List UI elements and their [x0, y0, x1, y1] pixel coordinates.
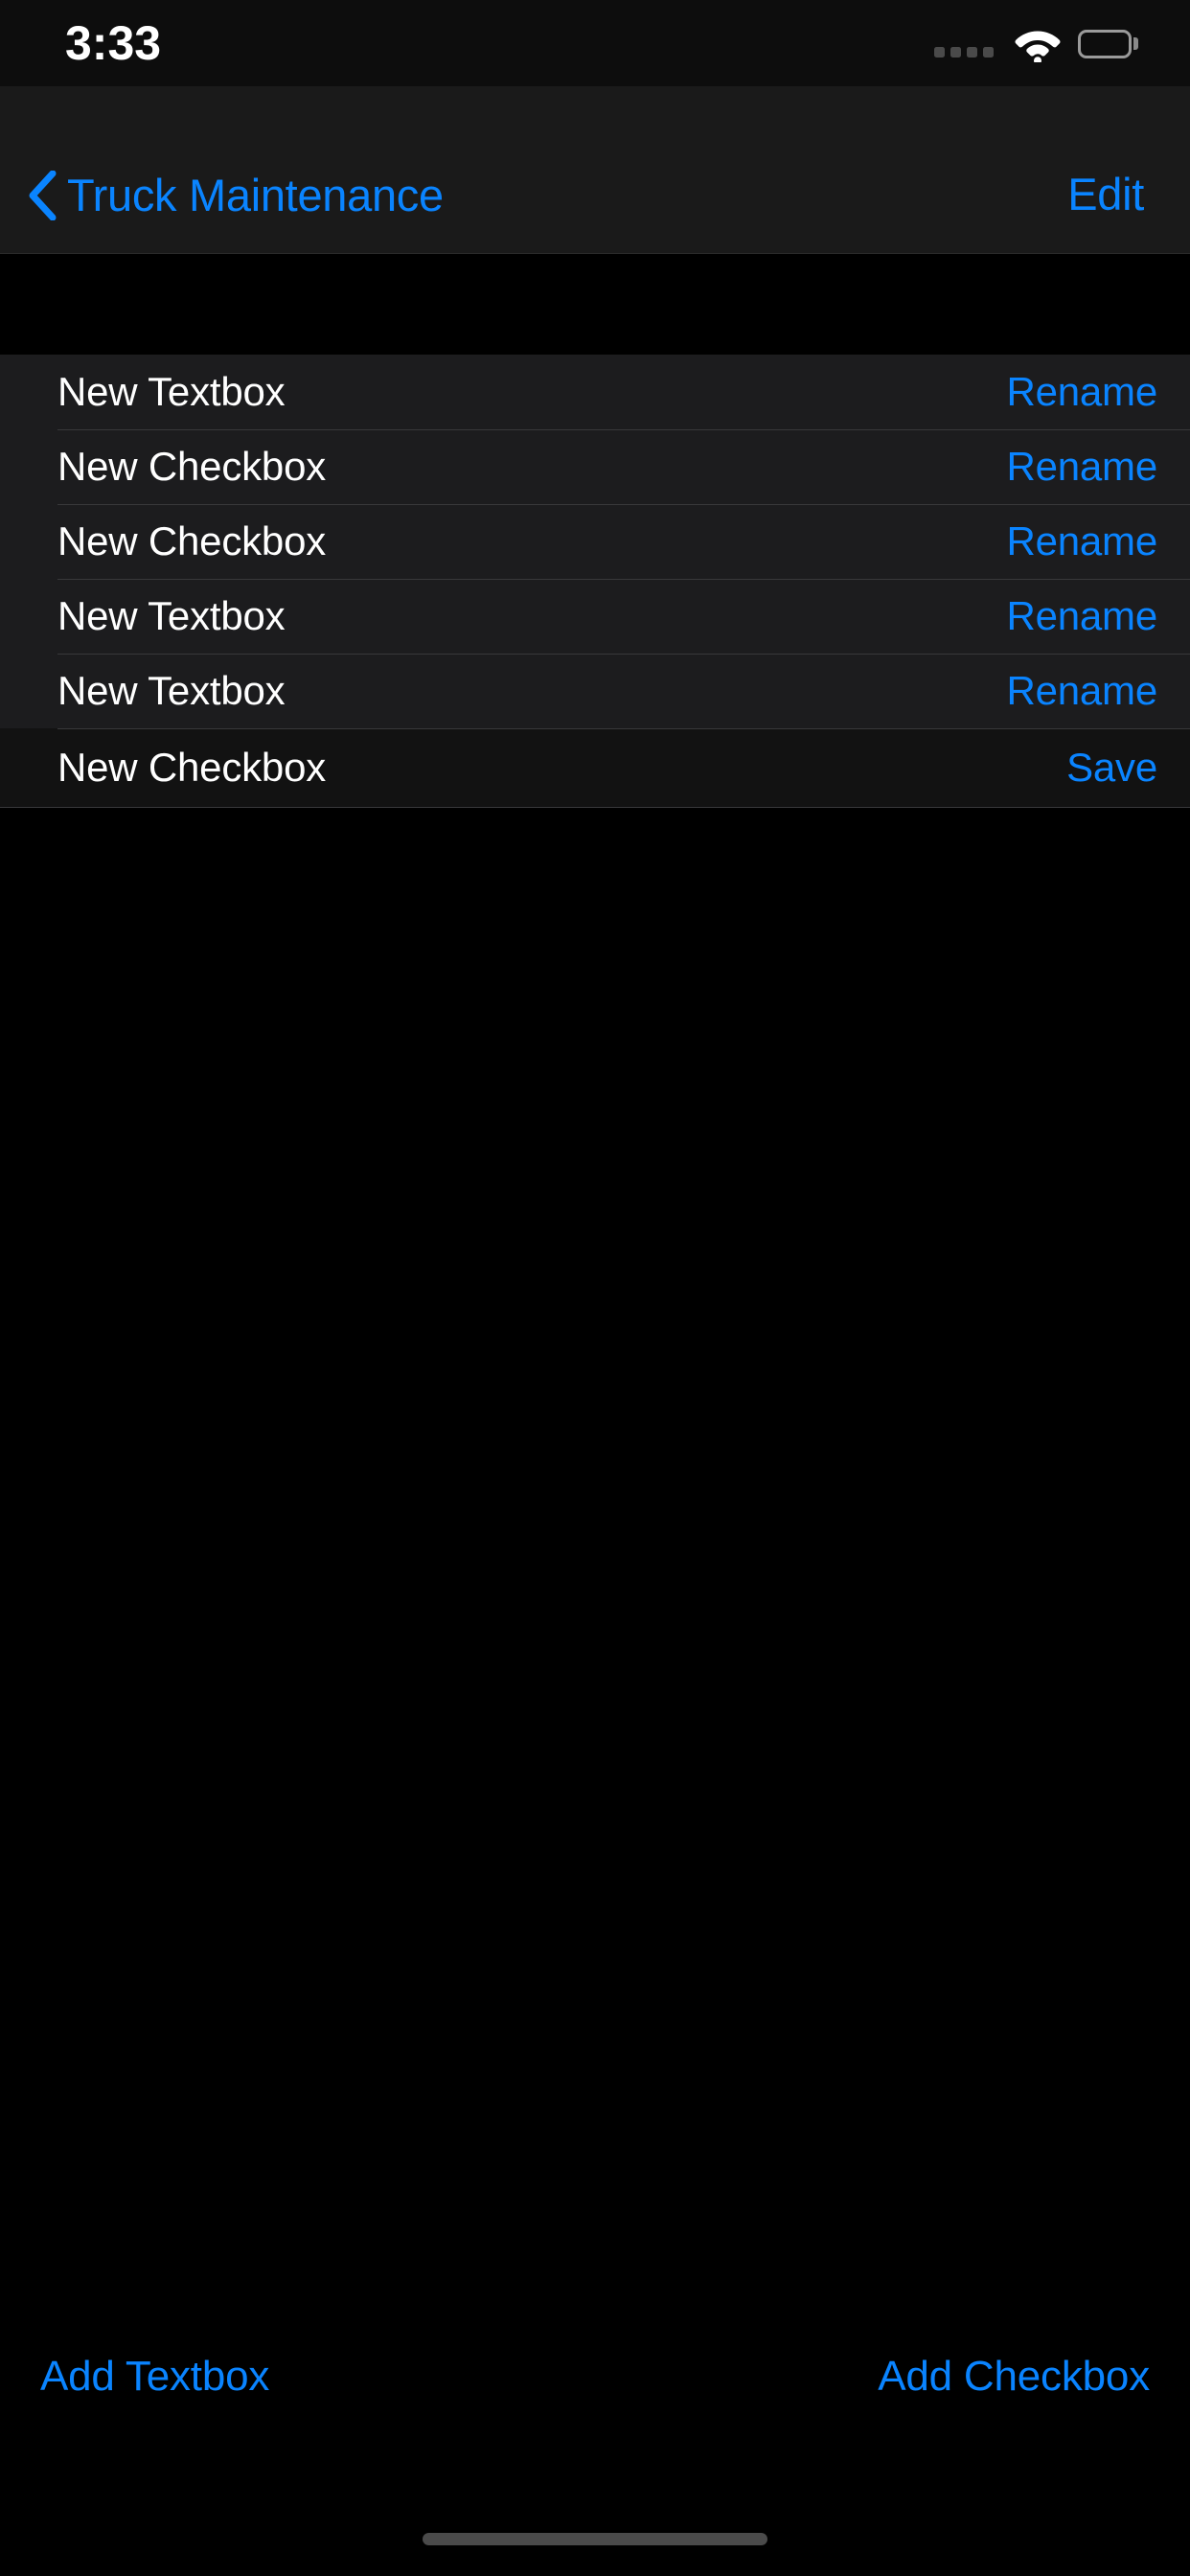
edit-button[interactable]: Edit — [1067, 167, 1144, 222]
navigation-bar: Truck Maintenance Edit — [0, 86, 1190, 254]
list-row-action-button[interactable]: Save — [1066, 745, 1157, 791]
cellular-dots-icon — [934, 23, 994, 65]
back-button[interactable]: Truck Maintenance — [25, 165, 444, 226]
list-row[interactable]: New Checkbox Save — [0, 728, 1190, 807]
list-row-action-button[interactable]: Rename — [1006, 444, 1157, 490]
list-row[interactable]: New Textbox Rename — [0, 355, 1190, 429]
status-bar-indicators — [934, 23, 1138, 65]
list-row[interactable]: New Textbox Rename — [0, 579, 1190, 654]
list-row-title: New Checkbox — [57, 444, 327, 489]
home-indicator[interactable] — [423, 2533, 767, 2545]
phone-screen: 3:33 Truck Maintenance Edit New Textbox … — [0, 0, 1190, 2576]
item-list: New Textbox Rename New Checkbox Rename New C… — [0, 355, 1190, 808]
list-row-title: New Textbox — [57, 668, 286, 713]
list-row[interactable]: New Checkbox Rename — [0, 504, 1190, 579]
bottom-toolbar: Add Textbox Add Checkbox — [0, 2331, 1190, 2423]
status-bar-time: 3:33 — [65, 16, 162, 70]
list-row-action-button[interactable]: Rename — [1006, 668, 1157, 714]
wifi-icon — [1015, 25, 1061, 63]
list-row-action-button[interactable]: Rename — [1006, 369, 1157, 415]
add-textbox-button[interactable]: Add Textbox — [40, 2352, 269, 2402]
battery-full-icon — [1078, 24, 1138, 64]
back-button-label: Truck Maintenance — [67, 170, 444, 220]
list-row[interactable]: New Checkbox Rename — [0, 429, 1190, 504]
list-row-title: New Textbox — [57, 369, 286, 414]
chevron-left-icon — [25, 169, 59, 222]
list-row-title: New Checkbox — [57, 745, 327, 790]
list-row-title: New Textbox — [57, 593, 286, 638]
list-row-action-button[interactable]: Rename — [1006, 593, 1157, 639]
list-row-title: New Checkbox — [57, 518, 327, 564]
status-bar: 3:33 — [0, 0, 1190, 86]
list-row-action-button[interactable]: Rename — [1006, 518, 1157, 564]
add-checkbox-button[interactable]: Add Checkbox — [878, 2352, 1150, 2402]
content-gap — [0, 255, 1190, 355]
list-row[interactable]: New Textbox Rename — [0, 654, 1190, 728]
